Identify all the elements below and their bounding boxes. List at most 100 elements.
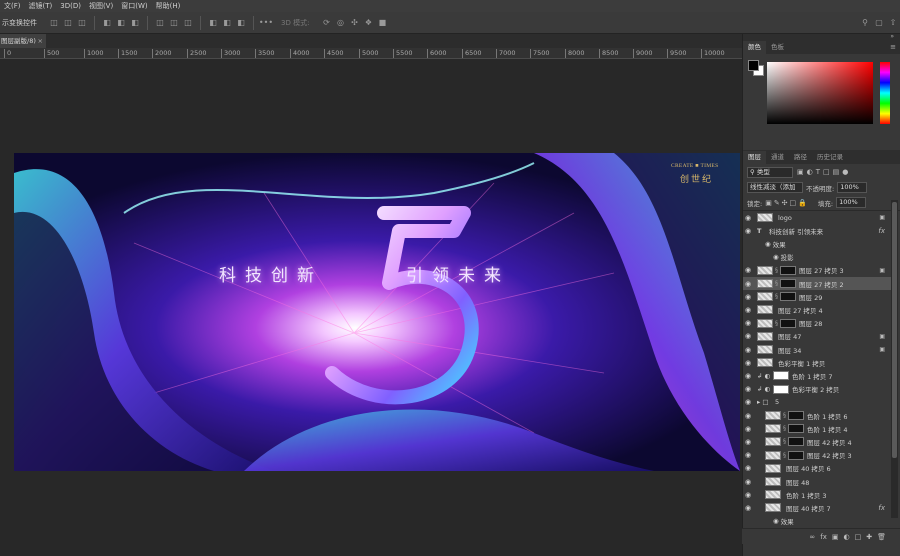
layer-row[interactable]: ◉ § 图层 42 拷贝 4 (743, 435, 891, 448)
visibility-eye-icon[interactable]: ◉ (743, 359, 753, 367)
add-mask-icon[interactable]: ▣ (832, 533, 839, 541)
effect-eye-icon[interactable]: ◉ (765, 240, 771, 248)
layer-mask-thumbnail[interactable] (788, 437, 804, 447)
layer-thumbnail[interactable] (765, 477, 781, 486)
layer-row[interactable]: ◉ § 图层 27 拷贝 2 (743, 277, 891, 290)
opacity-field[interactable]: 100% (837, 182, 868, 193)
link-layers-icon[interactable]: ∞ (809, 533, 815, 541)
close-icon[interactable]: × (38, 34, 43, 48)
workspace-icon[interactable]: ▢ (874, 18, 884, 28)
layer-row[interactable]: ◉ 图层 47 ▣ (743, 330, 891, 343)
collapse-panels-icon[interactable]: » (890, 33, 894, 40)
visibility-eye-icon[interactable]: ◉ (743, 412, 753, 420)
scale-3d-icon[interactable]: ■ (377, 18, 387, 28)
tab-history[interactable]: 历史记录 (812, 151, 848, 164)
menu-help[interactable]: 帮助(H) (152, 1, 185, 11)
layers-scrollbar[interactable] (891, 200, 898, 518)
fx-indicator-icon[interactable]: fx (878, 227, 885, 235)
hue-slider[interactable] (880, 62, 890, 124)
layer-row[interactable]: ◉ § 图层 29 (743, 290, 891, 303)
visibility-eye-icon[interactable]: ◉ (743, 319, 753, 327)
layer-mask-thumbnail[interactable] (788, 411, 804, 420)
visibility-eye-icon[interactable]: ◉ (743, 398, 753, 406)
new-layer-icon[interactable]: ✚ (866, 533, 872, 541)
menu-window[interactable]: 窗口(W) (117, 1, 151, 11)
scrollbar-thumb[interactable] (892, 202, 897, 458)
visibility-eye-icon[interactable]: ◉ (743, 214, 753, 222)
layer-row[interactable]: ◉ § 色阶 1 拷贝 6 (743, 409, 891, 422)
layer-thumbnail[interactable] (757, 213, 773, 222)
visibility-eye-icon[interactable]: ◉ (743, 227, 753, 235)
align-bottom-icon[interactable]: ◧ (130, 18, 140, 28)
more-options-icon[interactable]: ••• (259, 18, 273, 28)
mask-link-icon[interactable]: § (783, 438, 787, 445)
layer-row[interactable]: ◉ § 图层 28 (743, 317, 891, 330)
fill-field[interactable]: 100% (836, 197, 867, 208)
distribute-middle-icon[interactable]: ◧ (222, 18, 232, 28)
visibility-eye-icon[interactable]: ◉ (743, 346, 753, 354)
search-icon[interactable]: ⚲ (860, 18, 870, 28)
layer-thumbnail[interactable] (757, 292, 773, 302)
visibility-eye-icon[interactable]: ◉ (743, 372, 753, 380)
layer-mask-thumbnail[interactable] (788, 424, 804, 434)
layer-thumbnail[interactable] (757, 318, 773, 328)
align-right-icon[interactable]: ◫ (77, 18, 87, 28)
filter-icons[interactable]: ▣◐T□▤● (797, 168, 851, 176)
distribute-left-icon[interactable]: ◫ (155, 18, 165, 28)
color-field[interactable] (767, 62, 873, 124)
layer-row[interactable]: ◉ T 科技创新 引领未来 fx (743, 224, 891, 237)
lock-options-icons[interactable]: ▣✎✣□🔒 (765, 199, 809, 207)
layer-row[interactable]: ◉ 图层 48 (743, 475, 891, 488)
layer-row[interactable]: ◉ 效果 (743, 515, 891, 528)
layer-row[interactable]: ◉ 效果 (743, 237, 891, 250)
mask-link-icon[interactable]: § (783, 425, 787, 432)
layer-thumbnail[interactable] (757, 345, 773, 354)
layer-row[interactable]: ◉ § 图层 27 拷贝 3 ▣ (743, 264, 891, 277)
canvas-area[interactable]: 科技创新 引领未来 CREATE ■ TIMES 创世纪 (0, 59, 742, 556)
visibility-eye-icon[interactable]: ◉ (743, 280, 753, 288)
rotate-3d-icon[interactable]: ⟳ (321, 18, 331, 28)
layer-row[interactable]: ◉ 色彩平衡 1 拷贝 (743, 356, 891, 369)
visibility-eye-icon[interactable]: ◉ (743, 266, 753, 274)
slide-3d-icon[interactable]: ❖ (363, 18, 373, 28)
share-icon[interactable]: ⇧ (888, 18, 898, 28)
document-tab[interactable]: 图层副版/8) × (0, 34, 46, 48)
align-center-icon[interactable]: ◫ (63, 18, 73, 28)
visibility-eye-icon[interactable]: ◉ (743, 451, 753, 459)
layer-mask-thumbnail[interactable] (773, 384, 789, 394)
layer-row[interactable]: ◉ ▸ □ 5 (743, 396, 891, 409)
distribute-center-icon[interactable]: ◫ (169, 18, 179, 28)
layer-mask-thumbnail[interactable] (780, 318, 796, 328)
mask-link-icon[interactable]: § (783, 452, 787, 459)
menu-view[interactable]: 视图(V) (85, 1, 117, 11)
layer-filter-select[interactable]: ⚲ 类型 (747, 166, 793, 178)
panel-menu-icon[interactable]: ≡ (890, 41, 900, 54)
layer-row[interactable]: ◉ 图层 27 拷贝 4 (743, 303, 891, 316)
layer-mask-thumbnail[interactable] (780, 279, 796, 288)
roll-3d-icon[interactable]: ◎ (335, 18, 345, 28)
foreground-color-swatch[interactable] (748, 60, 759, 71)
layer-row[interactable]: ◉ ↲ ◐ 色阶 1 拷贝 7 (743, 369, 891, 382)
layer-row[interactable]: ◉ 色阶 1 拷贝 3 (743, 488, 891, 501)
layer-mask-thumbnail[interactable] (780, 292, 796, 302)
layer-row[interactable]: ◉ ↲ ◐ 色彩平衡 2 拷贝 (743, 383, 891, 396)
mask-link-icon[interactable]: § (775, 320, 779, 327)
distribute-right-icon[interactable]: ◫ (183, 18, 193, 28)
layer-mask-thumbnail[interactable] (780, 265, 796, 275)
layer-thumbnail[interactable] (757, 358, 773, 368)
menu-file[interactable]: 文(F) (0, 1, 25, 11)
tab-layers[interactable]: 图层 (743, 151, 766, 164)
align-middle-icon[interactable]: ◧ (116, 18, 126, 28)
layer-row[interactable]: ◉ 图层 40 拷贝 6 (743, 462, 891, 475)
layer-row[interactable]: ◉ 图层 40 拷贝 7 fx (743, 501, 891, 514)
layer-row[interactable]: ◉ 投影 (743, 251, 891, 264)
layer-thumbnail[interactable] (757, 265, 773, 275)
visibility-eye-icon[interactable]: ◉ (743, 504, 753, 512)
align-left-icon[interactable]: ◫ (49, 18, 59, 28)
visibility-eye-icon[interactable]: ◉ (743, 491, 753, 499)
align-top-icon[interactable]: ◧ (102, 18, 112, 28)
fx-icon[interactable]: fx (820, 533, 827, 541)
layer-thumbnail[interactable] (765, 411, 781, 420)
layer-thumbnail[interactable] (757, 305, 773, 315)
effect-eye-icon[interactable]: ◉ (773, 517, 779, 525)
